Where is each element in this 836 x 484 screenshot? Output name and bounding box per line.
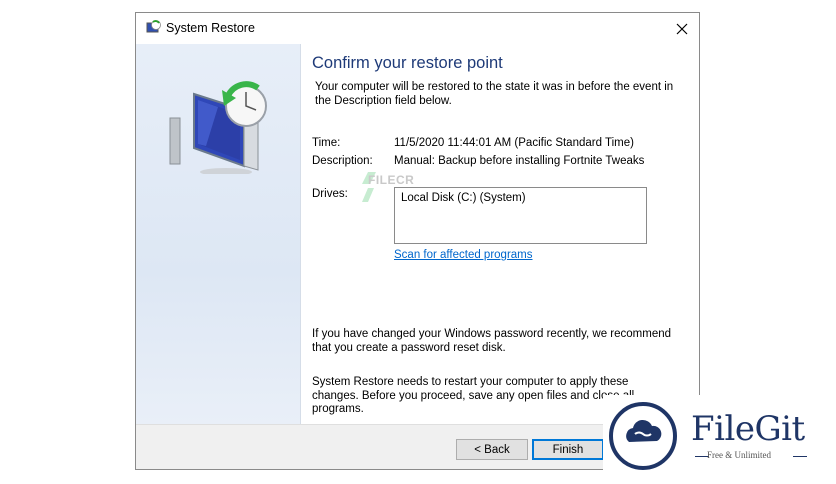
password-note: If you have changed your Windows passwor… (312, 328, 672, 354)
cloud-icon (626, 419, 662, 442)
title-bar[interactable]: System Restore (136, 13, 699, 44)
sidebar-panel (136, 44, 301, 424)
system-restore-icon (146, 20, 161, 33)
filegit-logo (609, 402, 677, 470)
restore-computer-icon (169, 81, 267, 174)
scan-affected-programs-link[interactable]: Scan for affected programs (394, 249, 533, 261)
close-icon (676, 23, 688, 34)
drives-label: Drives: (312, 188, 348, 200)
close-button[interactable] (665, 13, 699, 44)
time-value: 11/5/2020 11:44:01 AM (Pacific Standard … (394, 137, 634, 149)
filegit-badge: FileGit Free & Unlimited (603, 395, 836, 484)
drive-item[interactable]: Local Disk (C:) (System) (401, 192, 526, 204)
page-title: Confirm your restore point (312, 54, 503, 72)
back-button[interactable]: < Back (456, 439, 528, 460)
description-label: Description: (312, 155, 373, 167)
filegit-title: FileGit (691, 409, 805, 449)
filecr-watermark: FILECR (368, 173, 415, 187)
drives-list[interactable]: Local Disk (C:) (System) (394, 187, 647, 244)
time-label: Time: (312, 137, 341, 149)
finish-button[interactable]: Finish (532, 439, 604, 460)
intro-text: Your computer will be restored to the st… (315, 81, 674, 107)
divider (793, 456, 807, 457)
description-value: Manual: Backup before installing Fortnit… (394, 155, 645, 167)
filegit-subtitle: Free & Unlimited (707, 450, 771, 460)
window-title: System Restore (166, 21, 255, 35)
content-panel: Confirm your restore point Your computer… (312, 44, 699, 424)
